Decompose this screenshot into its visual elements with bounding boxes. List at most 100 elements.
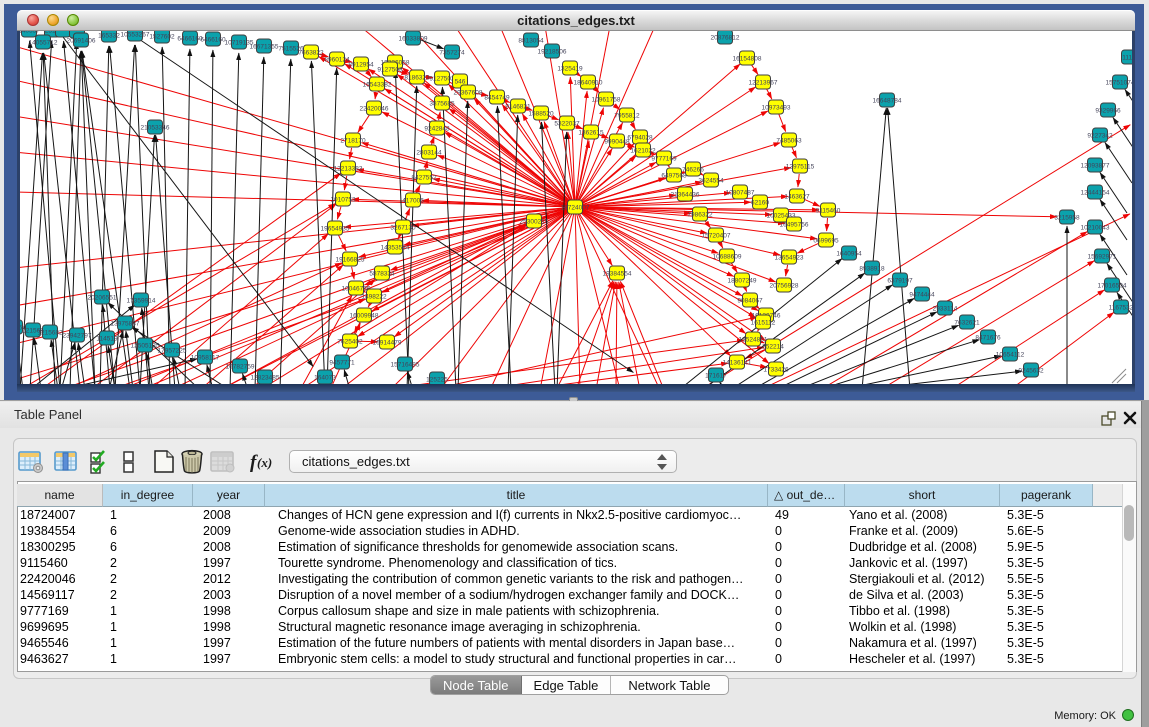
svg-text:3215958: 3215958 — [1054, 215, 1080, 222]
svg-text:7663822: 7663822 — [298, 50, 324, 57]
svg-text:22420046: 22420046 — [360, 106, 389, 113]
svg-text:1362615: 1362615 — [578, 130, 604, 137]
svg-text:2718170: 2718170 — [340, 138, 366, 145]
svg-text:12093877: 12093877 — [1081, 163, 1110, 170]
svg-text:16033809: 16033809 — [399, 36, 428, 43]
svg-text:16154808: 16154808 — [733, 56, 762, 63]
svg-text:5322037: 5322037 — [554, 121, 580, 128]
svg-text:14136141: 14136141 — [723, 360, 752, 367]
svg-text:20756928: 20756928 — [770, 283, 799, 290]
svg-text:9115460: 9115460 — [816, 208, 841, 215]
svg-text:6466160: 6466160 — [177, 36, 203, 43]
svg-text:18807249: 18807249 — [728, 278, 757, 285]
svg-text:1588520: 1588520 — [528, 111, 554, 118]
svg-text:16648784: 16648784 — [873, 98, 902, 105]
svg-text:2803144: 2803144 — [416, 150, 442, 157]
svg-text:19384554: 19384554 — [603, 271, 632, 278]
svg-text:20691406: 20691406 — [67, 38, 96, 45]
svg-text:417006: 417006 — [402, 198, 424, 205]
svg-text:10807487: 10807487 — [726, 190, 755, 197]
svg-text:10553267: 10553267 — [121, 32, 150, 39]
svg-text:8813054: 8813054 — [518, 38, 544, 45]
svg-text:20206551: 20206551 — [88, 295, 117, 302]
svg-text:1010753: 1010753 — [330, 197, 356, 204]
svg-text:17957225: 17957225 — [158, 348, 187, 355]
svg-text:1733426: 1733426 — [763, 367, 789, 374]
svg-text:10958117: 10958117 — [191, 355, 220, 362]
svg-text:21364436: 21364436 — [671, 192, 700, 199]
svg-text:1325419: 1325419 — [557, 66, 583, 73]
svg-text:9127503: 9127503 — [377, 67, 403, 74]
svg-text:1621022: 1621022 — [630, 148, 656, 155]
svg-text:6379197: 6379197 — [887, 278, 913, 285]
svg-text:16782759: 16782759 — [226, 364, 255, 371]
svg-text:1112: 1112 — [1122, 55, 1132, 62]
svg-text:12823485: 12823485 — [251, 375, 280, 382]
svg-text:7986322: 7986322 — [687, 212, 713, 219]
svg-text:9242848: 9242848 — [424, 126, 450, 133]
svg-text:13524851: 13524851 — [739, 337, 768, 344]
svg-text:6466160: 6466160 — [200, 37, 226, 44]
svg-text:15751074: 15751074 — [1106, 80, 1132, 87]
svg-text:12505135: 12505135 — [131, 343, 160, 350]
svg-text:7625402: 7625402 — [337, 339, 363, 346]
svg-text:14055712: 14055712 — [29, 40, 58, 47]
svg-text:8427552: 8427552 — [411, 175, 437, 182]
svg-text:1640954: 1640954 — [836, 251, 862, 258]
svg-text:12213383: 12213383 — [334, 166, 363, 173]
svg-text:23942797: 23942797 — [63, 333, 92, 340]
svg-text:16543382: 16543382 — [363, 82, 392, 89]
svg-text:165332: 165332 — [98, 33, 120, 40]
svg-text:8960124: 8960124 — [324, 57, 350, 64]
svg-text:3875685: 3875685 — [429, 101, 455, 108]
svg-text:12444154: 12444154 — [1081, 190, 1110, 197]
svg-text:252214: 252214 — [762, 344, 784, 351]
svg-text:20876812: 20876812 — [711, 35, 740, 42]
svg-text:9084067: 9084067 — [737, 298, 763, 305]
svg-text:8912954: 8912954 — [348, 62, 374, 69]
svg-text:125225: 125225 — [426, 377, 448, 384]
svg-text:25300215: 25300215 — [520, 219, 549, 226]
svg-text:13654923: 13654923 — [775, 255, 804, 262]
svg-text:19654935: 19654935 — [321, 226, 350, 233]
svg-text:21053346: 21053346 — [141, 125, 170, 132]
svg-text:0699695: 0699695 — [813, 238, 839, 245]
svg-text:8471676: 8471676 — [975, 335, 1001, 342]
svg-text:1215682: 1215682 — [37, 330, 63, 337]
svg-text:10688609: 10688609 — [713, 254, 742, 261]
svg-text:10961758: 10961758 — [592, 97, 621, 104]
svg-text:171617: 171617 — [705, 373, 727, 380]
svg-text:2933114: 2933114 — [933, 306, 958, 313]
svg-text:18724007: 18724007 — [561, 205, 590, 212]
svg-text:9457771: 9457771 — [329, 360, 355, 367]
svg-text:16671355: 16671355 — [250, 44, 279, 51]
svg-text:1463627: 1463627 — [784, 194, 810, 201]
svg-text:3267130: 3267130 — [390, 225, 416, 232]
svg-text:8454749: 8454749 — [484, 95, 510, 102]
svg-text:9474444: 9474444 — [909, 292, 935, 299]
svg-text:7357274: 7357274 — [439, 50, 465, 57]
svg-text:16009948: 16009948 — [350, 313, 379, 320]
svg-text:6497568: 6497568 — [661, 173, 687, 180]
svg-text:1498222: 1498222 — [361, 294, 387, 301]
svg-text:19166825: 19166825 — [336, 257, 365, 264]
svg-text:1527602: 1527602 — [149, 34, 175, 41]
svg-text:10210043: 10210043 — [1081, 225, 1110, 232]
svg-text:18640910: 18640910 — [574, 80, 603, 87]
svg-text:114519: 114519 — [96, 336, 118, 343]
svg-text:14353584: 14353584 — [381, 245, 410, 252]
svg-text:15716485: 15716485 — [391, 362, 420, 369]
svg-text:17359914: 17359914 — [127, 298, 156, 305]
svg-text:6794028: 6794028 — [627, 135, 653, 142]
svg-text:5878334: 5878334 — [369, 271, 395, 278]
svg-text:(x): (x) — [257, 455, 272, 470]
svg-text:9245632: 9245632 — [1018, 368, 1044, 375]
svg-text:140557: 140557 — [20, 31, 40, 35]
svg-text:9127502: 9127502 — [429, 76, 455, 83]
svg-text:13975887: 13975887 — [111, 321, 140, 328]
svg-text:16495756: 16495756 — [780, 222, 809, 229]
svg-text:9146821: 9146821 — [505, 104, 531, 111]
svg-text:8186323: 8186323 — [404, 75, 430, 82]
svg-text:15692971: 15692971 — [1088, 254, 1117, 261]
svg-text:546: 546 — [455, 79, 466, 86]
